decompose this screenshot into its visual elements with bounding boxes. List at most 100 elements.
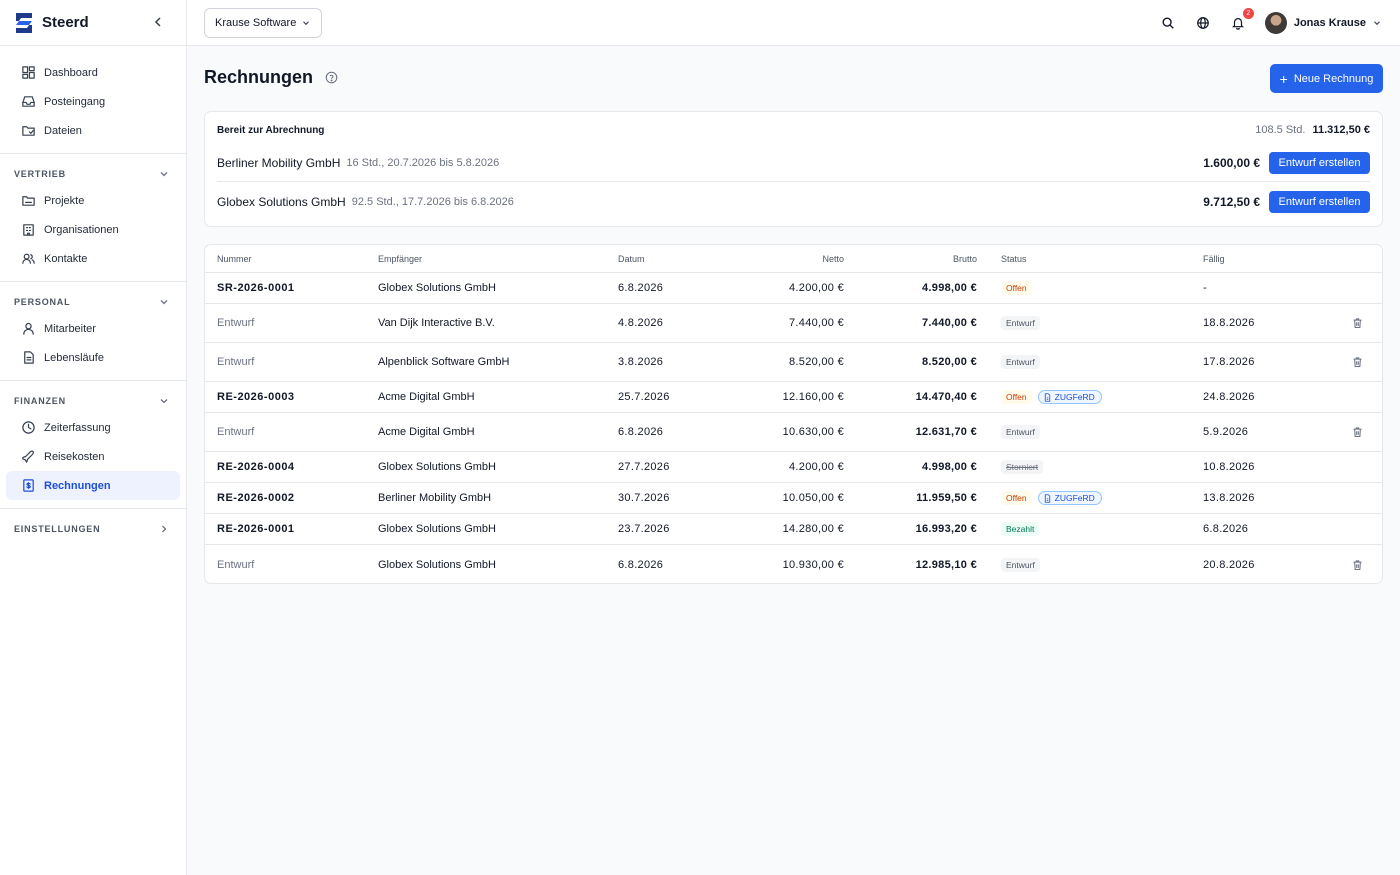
status-badge: Entwurf — [1001, 425, 1040, 439]
folder-icon — [20, 123, 36, 139]
table-header: Nummer Empfänger Datum Netto Brutto Stat… — [205, 245, 1382, 273]
section-header-personal[interactable]: PERSONAL — [0, 290, 186, 314]
new-invoice-button[interactable]: + Neue Rechnung — [1270, 64, 1383, 93]
building-icon — [20, 222, 36, 238]
sidebar-item-reisekosten[interactable]: Reisekosten — [6, 442, 180, 471]
table-row[interactable]: RE-2026-0001 Globex Solutions GmbH 23.7.20… — [205, 514, 1382, 545]
sidebar-item-lebenslaufe[interactable]: Lebensläufe — [6, 343, 180, 372]
header-recipient[interactable]: Empfänger — [378, 254, 422, 264]
help-icon[interactable] — [325, 71, 338, 84]
section-header-finanzen[interactable]: FINANZEN — [0, 389, 186, 413]
zugferd-label: ZUGFeRD — [1054, 493, 1095, 503]
invoice-net: 10.050,00 € — [782, 492, 844, 504]
ready-row: Globex Solutions GmbH 92.5 Std., 17.7.20… — [217, 183, 1370, 221]
invoice-recipient: Van Dijk Interactive B.V. — [378, 317, 495, 329]
sidebar-item-zeiterfassung[interactable]: Zeiterfassung — [6, 413, 180, 442]
trash-icon[interactable] — [1351, 558, 1364, 571]
header-number[interactable]: Nummer — [217, 254, 252, 264]
chevron-right-icon — [162, 525, 167, 533]
invoice-recipient: Globex Solutions GmbH — [378, 461, 496, 473]
header-status[interactable]: Status — [1001, 254, 1027, 264]
invoice-status: Offen ZUGFeRD — [1001, 390, 1102, 404]
table-row[interactable]: RE-2026-0003 Acme Digital GmbH 25.7.2026 12… — [205, 382, 1382, 413]
collapse-sidebar-icon[interactable] — [150, 14, 166, 30]
create-draft-button[interactable]: Entwurf erstellen — [1269, 151, 1370, 174]
invoice-date: 6.8.2026 — [618, 558, 664, 571]
sidebar-item-projekte[interactable]: Projekte — [6, 186, 180, 215]
user-name: Jonas Krause — [1293, 17, 1366, 29]
header-due[interactable]: Fällig — [1203, 254, 1225, 264]
search-icon[interactable] — [1159, 14, 1177, 32]
invoice-number: RE-2026-0003 — [217, 391, 295, 403]
table-row[interactable]: Entwurf Van Dijk Interactive B.V. 4.8.2026… — [205, 304, 1382, 343]
trash-icon[interactable] — [1351, 426, 1364, 439]
zugferd-badge: ZUGFeRD — [1037, 390, 1102, 404]
invoice-date: 6.8.2026 — [618, 426, 664, 438]
section-header-einstellungen[interactable]: EINSTELLUNGEN — [0, 517, 186, 541]
invoice-number: RE-2026-0002 — [217, 492, 295, 504]
sidebar-item-label: Projekte — [44, 194, 85, 207]
table-row[interactable]: RE-2026-0002 Berliner Mobility GmbH 30.7.2… — [205, 483, 1382, 514]
zugferd-label: ZUGFeRD — [1054, 392, 1095, 402]
header-gross[interactable]: Brutto — [953, 254, 977, 264]
invoice-status: Entwurf — [1001, 355, 1040, 369]
table-row[interactable]: Entwurf Alpenblick Software GmbH 3.8.2026 8… — [205, 343, 1382, 382]
table-row[interactable]: Entwurf Globex Solutions GmbH 6.8.2026 10.9… — [205, 545, 1382, 583]
zugferd-badge: ZUGFeRD — [1037, 491, 1102, 505]
invoice-due: 24.8.2026 — [1203, 391, 1255, 403]
avatar — [1264, 12, 1287, 34]
status-badge: Storniert — [1001, 460, 1044, 474]
ready-client-amount: 9.712,50 € — [1203, 195, 1260, 209]
sidebar-item-label: Lebensläufe — [44, 351, 104, 364]
trash-icon[interactable] — [1351, 317, 1364, 330]
file-icon — [1044, 493, 1050, 503]
plus-icon: + — [1279, 70, 1288, 87]
bell-icon[interactable]: 2 — [1229, 8, 1254, 32]
section-header-vertrieb[interactable]: VERTRIEB — [0, 162, 186, 186]
topbar: Krause Software 2 Jonas Krause — [187, 0, 1400, 46]
sidebar-item-kontakte[interactable]: Kontakte — [6, 244, 180, 273]
dashboard-icon — [20, 65, 36, 81]
section-divider — [0, 380, 186, 381]
invoice-net: 10.630,00 € — [782, 426, 844, 438]
user-menu[interactable]: Jonas Krause — [1264, 12, 1382, 34]
user-icon — [20, 321, 36, 337]
invoice-recipient: Alpenblick Software GmbH — [378, 356, 510, 368]
invoice-due: 18.8.2026 — [1203, 317, 1255, 329]
invoice-table: Nummer Empfänger Datum Netto Brutto Stat… — [204, 244, 1383, 584]
sidebar-nav: Dashboard Posteingang Dateien VERTRIEB Proje… — [0, 46, 186, 541]
status-badge: Offen — [1001, 281, 1032, 295]
table-row[interactable]: RE-2026-0004 Globex Solutions GmbH 27.7.20… — [205, 452, 1382, 483]
sidebar-item-mitarbeiter[interactable]: Mitarbeiter — [6, 314, 180, 343]
invoice-recipient: Berliner Mobility GmbH — [378, 492, 492, 504]
sidebar-item-label: Zeiterfassung — [44, 421, 111, 434]
invoice-gross: 4.998,00 € — [922, 461, 977, 473]
invoice-recipient: Globex Solutions GmbH — [378, 282, 496, 294]
status-badge: Bezahlt — [1001, 522, 1040, 536]
organization-select[interactable]: Krause Software — [204, 8, 322, 38]
chevron-down-icon — [160, 300, 168, 305]
invoice-gross: 14.470,40 € — [915, 391, 977, 403]
ready-total: 108.5 Std. 11.312,50 € — [1255, 124, 1370, 136]
invoice-date: 27.7.2026 — [618, 461, 670, 473]
table-row[interactable]: SR-2026-0001 Globex Solutions GmbH 6.8.202… — [205, 273, 1382, 304]
header-date[interactable]: Datum — [618, 254, 645, 264]
chevron-down-icon — [160, 172, 168, 177]
sidebar-item-dateien[interactable]: Dateien — [6, 116, 180, 145]
invoice-status: Entwurf — [1001, 557, 1040, 572]
trash-icon[interactable] — [1351, 356, 1364, 369]
invoice-date: 30.7.2026 — [618, 492, 670, 504]
sidebar-item-organisationen[interactable]: Organisationen — [6, 215, 180, 244]
ready-row: Berliner Mobility GmbH 16 Std., 20.7.202… — [217, 144, 1370, 182]
sidebar-item-dashboard[interactable]: Dashboard — [6, 58, 180, 87]
invoice-status: Entwurf — [1001, 316, 1040, 330]
header-net[interactable]: Netto — [822, 254, 844, 264]
clock-icon — [20, 420, 36, 436]
create-draft-button[interactable]: Entwurf erstellen — [1269, 191, 1370, 213]
sidebar-item-posteingang[interactable]: Posteingang — [6, 87, 180, 116]
status-badge: Offen — [1001, 491, 1032, 505]
table-row[interactable]: Entwurf Acme Digital GmbH 6.8.2026 10.630,0… — [205, 413, 1382, 452]
invoice-date: 25.7.2026 — [618, 391, 670, 403]
sidebar-item-rechnungen[interactable]: Rechnungen — [6, 471, 180, 500]
globe-icon[interactable] — [1194, 14, 1212, 32]
